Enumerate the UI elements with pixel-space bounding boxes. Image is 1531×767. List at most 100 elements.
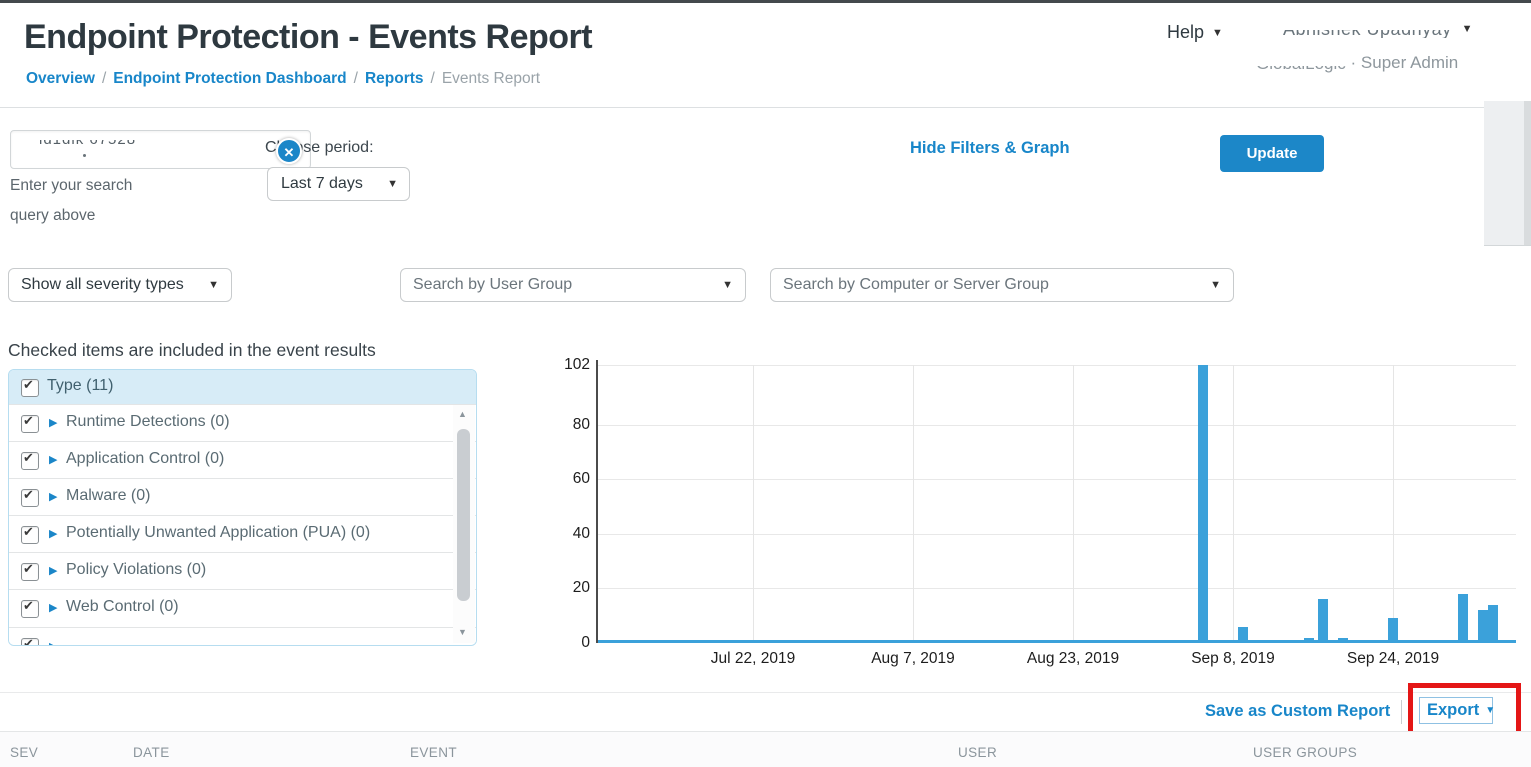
list-item[interactable]: ✔▶Malware (0) xyxy=(9,478,476,516)
breadcrumb-separator: / xyxy=(431,70,435,87)
chart-y-tick-label: 0 xyxy=(550,634,590,652)
chart-bar[interactable] xyxy=(1397,641,1417,643)
type-group-label: Type (11) xyxy=(47,377,113,395)
chart-gridline xyxy=(598,479,1516,480)
chart-bar[interactable] xyxy=(1388,618,1398,643)
breadcrumb-separator: / xyxy=(102,70,106,87)
expand-arrow-icon[interactable]: ▶ xyxy=(49,453,57,466)
user-group-select[interactable]: Search by User Group ▼ xyxy=(400,268,746,302)
checkmark-icon: ✔ xyxy=(23,561,34,577)
chart-bar[interactable] xyxy=(1238,627,1248,643)
list-item-label: Runtime Detections (0) xyxy=(66,413,230,431)
chart-bar[interactable] xyxy=(1434,641,1453,643)
chevron-down-icon: ▼ xyxy=(722,269,733,301)
chevron-down-icon: ▼ xyxy=(1485,705,1495,716)
breadcrumb-overview[interactable]: Overview xyxy=(26,70,95,87)
chevron-down-icon: ▼ xyxy=(1212,27,1223,39)
scrollbar-thumb-artifact[interactable] xyxy=(1524,101,1531,245)
user-org-role-separator: · xyxy=(1351,53,1357,72)
chart-gridline xyxy=(598,365,1516,366)
chart-y-tick-label: 102 xyxy=(550,356,590,374)
update-button[interactable]: Update xyxy=(1220,135,1324,172)
footer-divider xyxy=(0,692,1531,693)
help-menu[interactable]: Help ▼ xyxy=(1167,22,1223,43)
chart-gridline xyxy=(1073,365,1074,643)
table-column-header: DATE xyxy=(133,745,170,760)
checkmark-icon: ✔ xyxy=(23,377,34,393)
list-item[interactable]: ✔▶Potentially Unwanted Application (PUA)… xyxy=(9,515,476,553)
list-item-partial[interactable]: ✔ ▶ xyxy=(9,627,476,646)
header-divider xyxy=(0,107,1531,108)
scroll-up-icon[interactable]: ▲ xyxy=(458,409,467,419)
export-button[interactable]: Export▼ xyxy=(1419,697,1493,724)
checkmark-icon: ✔ xyxy=(23,598,34,614)
list-item[interactable]: ✔▶Web Control (0) xyxy=(9,589,476,627)
expand-arrow-icon[interactable]: ▶ xyxy=(49,601,57,614)
chart-bar[interactable] xyxy=(1458,594,1468,643)
list-item[interactable]: ✔ ▶ Runtime Detections (0) xyxy=(9,404,476,442)
expand-arrow-icon[interactable]: ▶ xyxy=(49,527,57,540)
chart-gridline xyxy=(598,425,1516,426)
type-group-row[interactable]: ✔ Type (11) xyxy=(9,370,476,404)
chart-bar[interactable] xyxy=(1478,610,1488,643)
period-select-value: Last 7 days xyxy=(281,175,363,192)
search-value-clipped: ld1dlk 67528 xyxy=(39,140,136,148)
checkbox[interactable]: ✔ xyxy=(21,379,39,397)
chart-bar[interactable] xyxy=(1338,638,1348,643)
list-item[interactable]: ✔▶Policy Violations (0) xyxy=(9,552,476,590)
checkbox[interactable]: ✔ xyxy=(21,638,39,646)
chart-bar[interactable] xyxy=(1304,638,1314,643)
chart-x-tick-label: Jul 22, 2019 xyxy=(683,650,823,668)
scrollbar-thumb[interactable] xyxy=(457,429,470,601)
checkbox[interactable]: ✔ xyxy=(21,563,39,581)
checkbox[interactable]: ✔ xyxy=(21,452,39,470)
chart-bar[interactable] xyxy=(1198,365,1208,643)
clear-search-icon[interactable]: ✕ xyxy=(276,138,302,164)
breadcrumb-reports[interactable]: Reports xyxy=(365,70,424,87)
severity-filter-value: Show all severity types xyxy=(21,276,184,293)
checkbox[interactable]: ✔ xyxy=(21,526,39,544)
chart-y-tick-label: 20 xyxy=(550,579,590,597)
event-type-panel: ✔ Type (11) ✔ ▶ Runtime Detections (0) ✔ ▶ Ap… xyxy=(8,369,477,646)
help-label: Help xyxy=(1167,22,1204,42)
user-role: Super Admin xyxy=(1361,53,1458,72)
save-as-custom-report-link[interactable]: Save as Custom Report xyxy=(1205,702,1390,721)
breadcrumb-endpoint-dashboard[interactable]: Endpoint Protection Dashboard xyxy=(113,70,346,87)
expand-arrow-icon[interactable]: ▶ xyxy=(49,416,57,429)
expand-arrow-icon[interactable]: ▶ xyxy=(49,640,57,646)
search-helper-line2: query above xyxy=(10,207,95,225)
chart-gridline xyxy=(753,365,754,643)
checkmark-icon: ✔ xyxy=(23,636,34,646)
checkmark-icon: ✔ xyxy=(23,413,34,429)
list-item[interactable]: ✔ ▶ Application Control (0) xyxy=(9,441,476,479)
chart-bar[interactable] xyxy=(1318,599,1328,643)
period-select[interactable]: Last 7 days ▼ xyxy=(267,167,410,201)
chart-y-axis xyxy=(596,360,598,643)
scroll-down-icon[interactable]: ▼ xyxy=(458,627,467,637)
event-list-heading: Checked items are included in the event … xyxy=(8,340,376,361)
chart-gridline xyxy=(1393,365,1394,643)
user-menu[interactable]: Abhishek Upadhyay▼ xyxy=(1283,20,1495,38)
list-scrollbar[interactable]: ▲ ▼ xyxy=(453,405,475,643)
user-subline: GlobalLogic · Super Admin xyxy=(1256,53,1458,73)
list-item-label: Application Control (0) xyxy=(66,450,224,468)
chart-y-tick-label: 80 xyxy=(550,416,590,434)
computer-group-select[interactable]: Search by Computer or Server Group ▼ xyxy=(770,268,1234,302)
checkbox[interactable]: ✔ xyxy=(21,600,39,618)
hide-filters-graph-link[interactable]: Hide Filters & Graph xyxy=(910,139,1070,158)
footer-action-divider xyxy=(1401,700,1402,724)
table-column-header: EVENT xyxy=(410,745,457,760)
computer-group-placeholder: Search by Computer or Server Group xyxy=(783,276,1049,293)
checkbox[interactable]: ✔ xyxy=(21,415,39,433)
chevron-down-icon: ▼ xyxy=(387,168,398,200)
chevron-down-icon: ▼ xyxy=(1462,23,1473,35)
chart-bar[interactable] xyxy=(1488,605,1498,643)
expand-arrow-icon[interactable]: ▶ xyxy=(49,564,57,577)
checkbox[interactable]: ✔ xyxy=(21,489,39,507)
search-helper-line1: Enter your search xyxy=(10,177,132,195)
chart-y-tick-label: 60 xyxy=(550,470,590,488)
expand-arrow-icon[interactable]: ▶ xyxy=(49,490,57,503)
severity-filter-select[interactable]: Show all severity types ▼ xyxy=(8,268,232,302)
window-top-strip xyxy=(0,0,1531,3)
table-column-header: SEV xyxy=(10,745,38,760)
